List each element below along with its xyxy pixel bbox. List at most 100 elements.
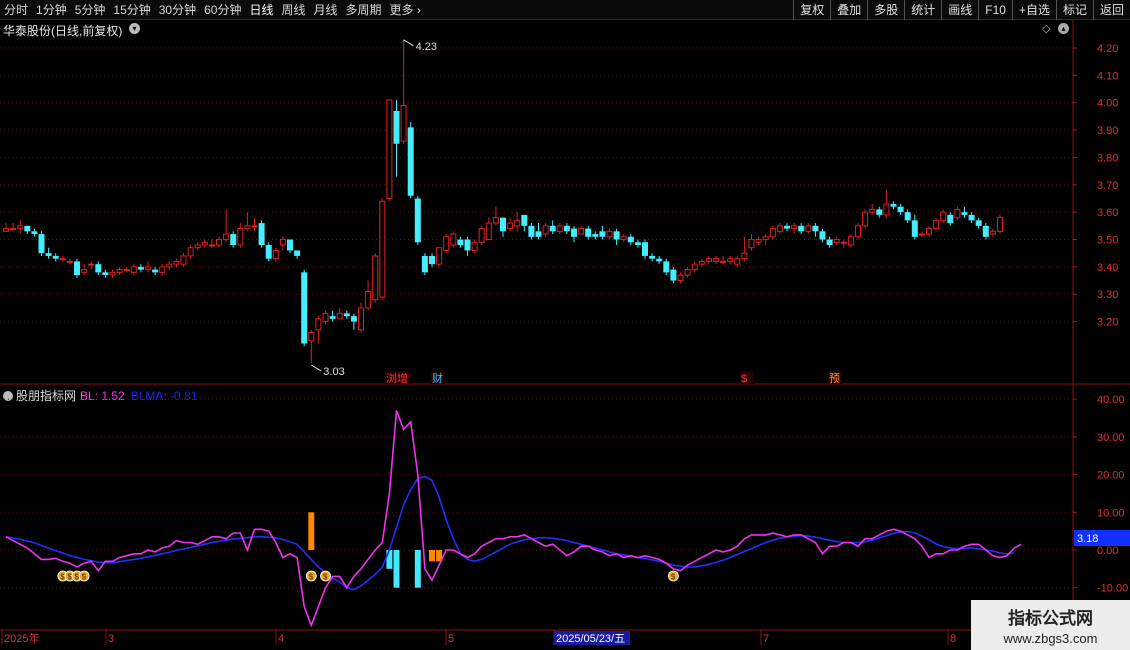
- candle-body-down: [301, 272, 308, 344]
- candle-body-down: [812, 225, 819, 232]
- candle-body-down: [52, 255, 59, 259]
- candle-body-up: [713, 258, 719, 262]
- candle-body-down: [592, 234, 599, 237]
- candle-body-up: [180, 255, 187, 265]
- candle-body-up: [933, 219, 940, 230]
- candle-body-up: [201, 241, 208, 246]
- candle-body-down: [414, 198, 421, 243]
- candle-body-down: [535, 231, 542, 237]
- candle-body-up: [720, 260, 727, 263]
- candle-body-down: [294, 250, 301, 256]
- candle-body-up: [145, 266, 151, 271]
- candle-body-up: [116, 269, 123, 273]
- candle-body-down: [571, 228, 577, 237]
- chart-canvas[interactable]: 4.20 4.10 4.00 3.90 3.80 3.70 3.60 3.50 3.40 3.30…: [0, 0, 1130, 650]
- candle-body-up: [173, 260, 180, 265]
- candle-body-down: [826, 239, 833, 245]
- candle-body-up: [578, 228, 585, 235]
- price-tick-label: 3.90: [1097, 125, 1118, 137]
- time-axis-label: 2025年: [4, 631, 39, 645]
- candle-body-up: [677, 274, 684, 282]
- candle-body-down: [31, 231, 38, 235]
- candle-body-up: [379, 200, 386, 298]
- candle-body-up: [507, 222, 514, 230]
- candle-body-up: [358, 307, 364, 331]
- candle-body-up: [727, 258, 734, 262]
- candle-body-down: [599, 231, 606, 237]
- candle-body-down: [563, 225, 570, 232]
- candle-body-down: [95, 264, 102, 273]
- candle-body-up: [436, 247, 443, 265]
- candle-body-up: [776, 225, 783, 232]
- candle-body-up: [926, 228, 932, 235]
- candle-body-up: [372, 255, 379, 301]
- indicator-tick-label: 40.00: [1097, 394, 1125, 406]
- candle-body-down: [911, 220, 918, 237]
- candle-body-up: [223, 233, 230, 241]
- time-axis-label: 5: [448, 633, 454, 645]
- candle-body-down: [102, 272, 109, 276]
- candle-body-down: [45, 253, 52, 256]
- candle-body-down: [429, 255, 435, 265]
- candle-body-down: [74, 261, 80, 276]
- price-tick-label: 3.30: [1097, 289, 1118, 301]
- candle-body-down: [585, 228, 592, 237]
- candle-body-up: [542, 225, 549, 235]
- candle-body-up: [208, 244, 215, 247]
- money-bag-symbol: $: [323, 573, 328, 582]
- watermark-url: www.zbgs3.com: [1003, 631, 1098, 646]
- signal-bar-cyan: [414, 550, 421, 588]
- money-bag-symbol: $: [60, 573, 65, 582]
- candle-body-down: [613, 231, 620, 240]
- time-axis-label: 8: [950, 633, 956, 645]
- price-tick-label: 4.00: [1097, 98, 1118, 110]
- candle-body-up: [336, 312, 343, 320]
- candle-body-up: [862, 211, 869, 227]
- candle-body-up: [88, 263, 95, 266]
- candle-body-up: [855, 225, 861, 238]
- candle-body-down: [393, 110, 400, 144]
- price-tick-label: 3.80: [1097, 152, 1118, 164]
- candle-body-up: [869, 208, 876, 213]
- candle-body-up: [386, 99, 393, 199]
- candle-body-down: [329, 316, 336, 319]
- candle-body-up: [123, 269, 130, 272]
- candle-body-down: [904, 212, 911, 221]
- candle-body-up: [847, 236, 854, 246]
- candle-body-up: [748, 239, 755, 249]
- candle-body-up: [684, 269, 691, 276]
- event-marker: 预: [829, 372, 840, 385]
- candle-body-down: [287, 239, 293, 251]
- signal-bar-orange: [308, 512, 315, 550]
- candle-body-down: [819, 231, 826, 240]
- candle-body-down: [968, 214, 975, 221]
- watermark-title: 指标公式网: [1008, 609, 1093, 628]
- candle-body-up: [166, 263, 173, 268]
- high-price-label: 4.23: [416, 41, 437, 53]
- indicator-tick-label: -10.00: [1097, 583, 1128, 595]
- candle-body-down: [656, 258, 663, 262]
- candle-body-up: [3, 228, 9, 232]
- candle-body-up: [272, 249, 279, 260]
- candle-body-down: [230, 234, 237, 245]
- candle-body-up: [279, 239, 286, 246]
- candle-body-down: [265, 244, 272, 259]
- candle-body-down: [137, 266, 144, 270]
- candle-body-up: [59, 258, 66, 261]
- candle-body-up: [17, 225, 24, 230]
- candle-body-up: [698, 260, 705, 265]
- candle-body-down: [421, 255, 428, 273]
- time-axis-label: 3: [108, 633, 114, 645]
- indicator-tick-label: 0.00: [1097, 545, 1118, 557]
- event-marker: 财: [432, 371, 443, 385]
- candle-body-up: [450, 233, 457, 246]
- candle-body-down: [876, 209, 883, 215]
- candle-body-up: [492, 217, 499, 224]
- money-bag-symbol: $: [75, 573, 80, 582]
- blma-line: [5, 475, 1015, 591]
- price-tick-label: 3.50: [1097, 235, 1118, 247]
- candle-body-up: [478, 228, 485, 243]
- candle-body-up: [940, 211, 947, 221]
- candle-body-down: [457, 239, 464, 245]
- candle-body-up: [755, 239, 762, 243]
